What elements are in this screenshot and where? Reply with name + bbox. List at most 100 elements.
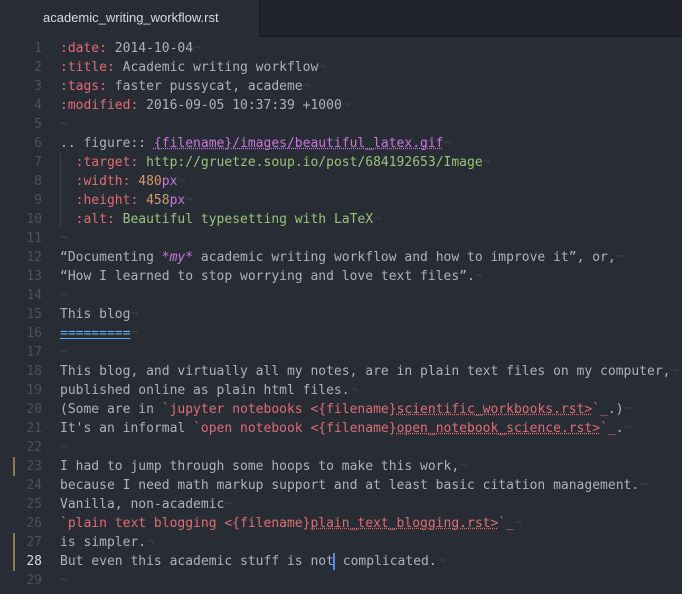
tab-title: academic_writing_workflow.rst: [43, 10, 219, 25]
token: :tags:: [60, 79, 107, 94]
line-number: 3: [34, 79, 42, 94]
token: .: [615, 421, 624, 436]
eol-marker: ¬: [130, 307, 139, 322]
line-number: 29: [26, 573, 42, 588]
line-number: 12: [26, 250, 42, 265]
code-line[interactable]: 13 “How I learned to stop worrying and lo…: [0, 267, 682, 286]
token: published online as plain html files.: [60, 383, 350, 398]
token: is simpler.: [60, 535, 147, 550]
token: 480: [138, 174, 162, 189]
token: :date:: [60, 41, 107, 56]
code-line[interactable]: 2:title: Academic writing workflow¬: [0, 58, 682, 77]
code-line[interactable]: 15 This blog¬: [0, 305, 682, 324]
token: (Some are in: [60, 402, 162, 417]
code-line[interactable]: 22 ¬: [0, 438, 682, 457]
eol-marker: ¬: [615, 250, 624, 265]
code-line[interactable]: 14 ¬: [0, 286, 682, 305]
code-line[interactable]: 4:modified: 2016-09-05 10:37:39 +1000¬: [0, 96, 682, 115]
eol-marker: ¬: [373, 212, 381, 227]
code-line[interactable]: 24 because I need math markup support and…: [0, 476, 682, 495]
line-text: ¬: [60, 343, 68, 362]
token: `_: [498, 516, 514, 531]
line-text: .. figure:: {filename}/images/beautiful_…: [60, 134, 451, 153]
token: 2016-09-05 10:37:39 +1000: [138, 98, 342, 113]
line-text: Vanilla, non-academic¬: [60, 495, 232, 514]
code-line[interactable]: 1:date: 2014-10-04¬: [0, 39, 682, 58]
eol-marker: ¬: [513, 516, 522, 531]
token: :target:: [75, 155, 139, 170]
eol-marker: ¬: [146, 535, 154, 550]
eol-marker: ¬: [482, 155, 491, 170]
code-line[interactable]: 17 ¬: [0, 343, 682, 362]
line-number: 27: [26, 535, 42, 550]
eol-marker: ¬: [341, 98, 350, 113]
token: http://gruetze.soup.io/post/684192653/Im…: [138, 155, 483, 170]
editor-tab[interactable]: academic_writing_workflow.rst: [0, 0, 260, 37]
eol-marker: ¬: [670, 364, 679, 379]
eol-marker: ¬: [302, 79, 311, 94]
line-text: ¬: [60, 571, 68, 590]
code-line[interactable]: 10 :alt: Beautiful typesetting with LaTe…: [0, 210, 682, 229]
code-line[interactable]: 7 :target: http://gruetze.soup.io/post/6…: [0, 153, 682, 172]
eol-marker: ¬: [60, 440, 68, 455]
code-editor[interactable]: 1:date: 2014-10-04¬ 2:title: Academic wri…: [0, 37, 682, 594]
line-number: 11: [26, 231, 42, 246]
code-line[interactable]: 9 :height: 458px¬: [0, 191, 682, 210]
line-text: =========¬: [60, 324, 138, 343]
line-number: 25: [26, 497, 42, 512]
token: :modified:: [60, 98, 139, 113]
code-line[interactable]: 6 .. figure:: {filename}/images/beautiful…: [0, 134, 682, 153]
eol-marker: ¬: [185, 193, 194, 208]
line-number: 8: [34, 174, 42, 189]
code-line[interactable]: 28 But even this academic stuff is not co…: [0, 552, 682, 571]
code-line[interactable]: 5 ¬: [0, 115, 682, 134]
line-number: 20: [26, 402, 42, 417]
line-text: :date: 2014-10-04¬: [60, 39, 201, 58]
code-line[interactable]: 27 is simpler.¬: [0, 533, 682, 552]
token: :title:: [60, 60, 115, 75]
code-line[interactable]: 20 (Some are in `jupyter notebooks <{file…: [0, 400, 682, 419]
code-line[interactable]: 3:tags: faster pussycat, academe¬: [0, 77, 682, 96]
line-text: ¬: [60, 438, 68, 457]
eol-marker: ¬: [443, 136, 452, 151]
token: because I need math markup support and a…: [60, 478, 640, 493]
code-line[interactable]: 25 Vanilla, non-academic¬: [0, 495, 682, 514]
line-text: I had to jump through some hoops to make…: [60, 457, 467, 476]
code-line[interactable]: 16 =========¬: [0, 324, 682, 343]
code-line[interactable]: 12 “Documenting *my* academic writing wor…: [0, 248, 682, 267]
token: scientific_workbooks.rst>: [396, 402, 593, 417]
eol-marker: ¬: [474, 269, 483, 284]
code-line[interactable]: 23 I had to jump through some hoops to ma…: [0, 457, 682, 476]
token: This blog, and virtually all my notes, a…: [60, 364, 671, 379]
eol-marker: ¬: [224, 497, 233, 512]
eol-marker: ¬: [130, 326, 139, 341]
code-line[interactable]: 26 `plain text blogging <{filename}plain_…: [0, 514, 682, 533]
code-line[interactable]: 19 published online as plain html files.¬: [0, 381, 682, 400]
line-number: 15: [26, 307, 42, 322]
line-text: But even this academic stuff is not comp…: [60, 552, 445, 571]
code-line[interactable]: 29 ¬: [0, 571, 682, 590]
code-line[interactable]: 21 It's an informal `open notebook <{file…: [0, 419, 682, 438]
line-number: 2: [34, 60, 42, 75]
eol-marker: ¬: [60, 288, 68, 303]
eol-marker: ¬: [436, 554, 445, 569]
line-text: “How I learned to stop worrying and love…: [60, 267, 483, 286]
token: 2014-10-04: [106, 41, 194, 56]
token: academic writing workflow and how to imp…: [193, 250, 616, 265]
line-number: 26: [26, 516, 42, 531]
line-number: 22: [26, 440, 42, 455]
token: “Documenting: [60, 250, 162, 265]
token: plain_text_blogging.rst>: [310, 516, 499, 531]
token: `plain text blogging <{filename}: [60, 516, 311, 531]
line-text: :target: http://gruetze.soup.io/post/684…: [60, 153, 491, 172]
code-line[interactable]: 8 :width: 480px¬: [0, 172, 682, 191]
line-text: :alt: Beautiful typesetting with LaTeX¬: [60, 210, 381, 229]
line-number: 13: [26, 269, 42, 284]
code-line[interactable]: 18 This blog, and virtually all my notes,…: [0, 362, 682, 381]
code-line[interactable]: 11 ¬: [0, 229, 682, 248]
line-number: 23: [26, 459, 42, 474]
